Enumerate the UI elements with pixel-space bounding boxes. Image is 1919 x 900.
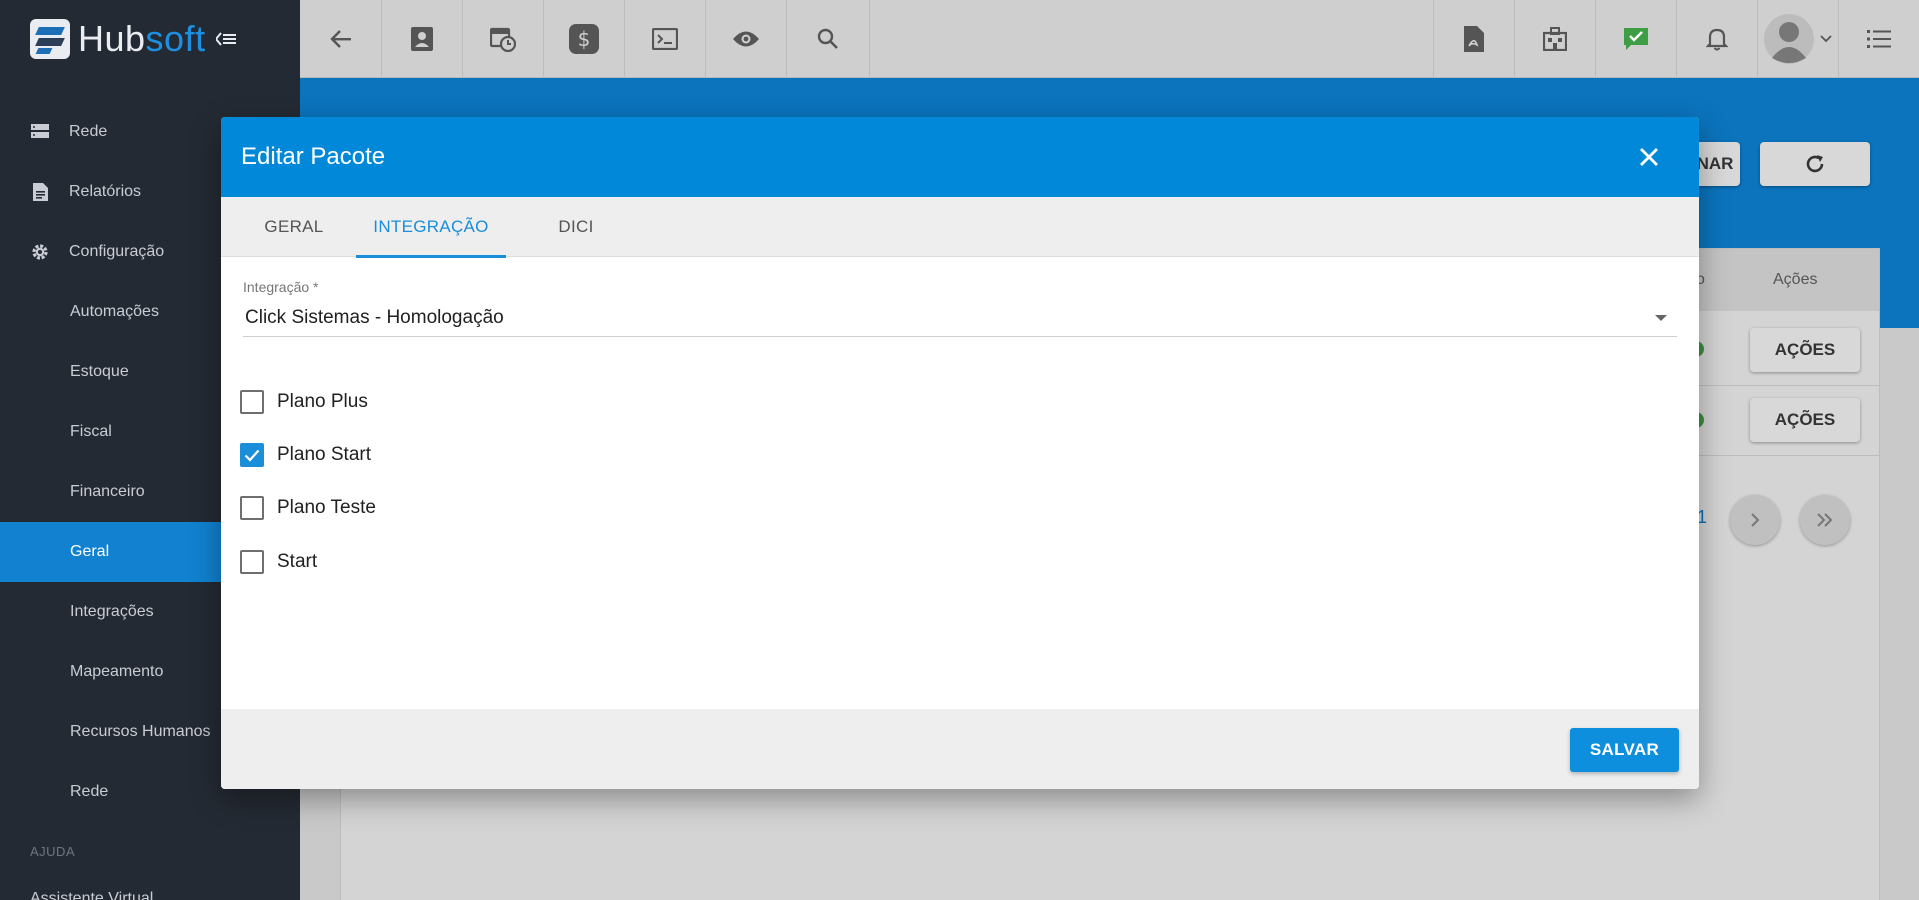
sidebar-item-label: Integrações: [70, 603, 154, 620]
document-icon: [31, 183, 49, 201]
column-header-acoes: Ações: [1773, 271, 1818, 288]
close-button[interactable]: [1635, 143, 1663, 171]
checkbox-unchecked[interactable]: [240, 550, 264, 574]
tab-dici[interactable]: DICI: [526, 197, 626, 257]
checkbox-checked[interactable]: [240, 443, 264, 467]
checkbox-unchecked[interactable]: [240, 496, 264, 520]
building-icon: [1543, 27, 1567, 51]
building-button[interactable]: [1514, 0, 1595, 78]
chevron-right-icon: [1751, 513, 1760, 527]
plan-label: Plano Teste: [277, 497, 376, 518]
integration-select-value: Click Sistemas - Homologação: [245, 306, 504, 328]
dialog-footer: SALVAR: [221, 709, 1699, 789]
view-button[interactable]: [706, 0, 787, 78]
search-icon: [817, 28, 838, 49]
double-chevron-right-icon: [1817, 513, 1833, 527]
sidebar-item-label: Fiscal: [70, 423, 112, 440]
sidebar-item-label: Estoque: [70, 363, 129, 380]
calendar-clock-icon: [490, 27, 516, 52]
sidebar-item-label: Automações: [70, 303, 159, 320]
schedule-button[interactable]: [463, 0, 544, 78]
list-menu-button[interactable]: [1838, 0, 1919, 78]
plan-label: Plano Plus: [277, 391, 368, 412]
eye-icon: [733, 31, 759, 47]
logo-icon: [30, 19, 70, 59]
server-icon: [31, 123, 49, 141]
sidebar-item-label: Configuração: [69, 243, 165, 260]
logo-text: Hubsoft: [78, 18, 206, 59]
last-page-button[interactable]: [1800, 495, 1850, 545]
refresh-button[interactable]: [1760, 142, 1870, 186]
integration-label: Integração *: [243, 279, 319, 295]
notifications-button[interactable]: [1676, 0, 1757, 78]
svg-text:$: $: [578, 27, 591, 51]
arrow-left-icon: [329, 30, 351, 48]
search-button[interactable]: [787, 0, 870, 78]
refresh-icon: [1806, 155, 1824, 173]
tab-integracao[interactable]: INTEGRAÇÃO: [356, 197, 506, 258]
row-actions-button[interactable]: AÇÕES: [1750, 398, 1860, 442]
plan-label: Start: [277, 551, 318, 572]
sidebar-item-label: Recursos Humanos: [70, 723, 211, 740]
edit-package-dialog: Editar Pacote GERAL INTEGRAÇÃO DICI Inte…: [221, 117, 1699, 789]
sidebar-item-label: Relatórios: [69, 183, 142, 200]
terminal-icon: [652, 28, 678, 50]
checkbox-unchecked[interactable]: [240, 390, 264, 414]
avatar: [1764, 14, 1814, 64]
sidebar-item-assistente[interactable]: Assistente Virtual: [30, 890, 153, 900]
sidebar-item-label: Financeiro: [70, 483, 145, 500]
back-button[interactable]: [300, 0, 382, 78]
chevron-down-icon: [1820, 35, 1832, 43]
pdf-button[interactable]: [1433, 0, 1514, 78]
contact-card-icon: [411, 27, 433, 51]
plan-checkbox-plano-plus[interactable]: Plano Plus: [240, 388, 368, 416]
financial-button[interactable]: $: [544, 0, 625, 78]
sidebar-item-label: Rede: [69, 123, 108, 140]
next-page-button[interactable]: [1730, 495, 1780, 545]
logo-bar: Hubsoft: [0, 0, 300, 78]
tab-geral[interactable]: GERAL: [241, 197, 347, 257]
sidebar-item-label: Geral: [70, 543, 110, 560]
dialog-tabs: GERAL INTEGRAÇÃO DICI: [221, 197, 1699, 258]
row-actions-button[interactable]: AÇÕES: [1750, 328, 1860, 372]
user-menu-button[interactable]: [1757, 0, 1838, 78]
plan-checkbox-plano-start[interactable]: Plano Start: [240, 441, 371, 469]
list-icon: [1867, 30, 1891, 48]
contacts-button[interactable]: [382, 0, 463, 78]
sidebar-section-ajuda: AJUDA: [30, 844, 76, 859]
gear-icon: [31, 243, 49, 261]
sidebar-item-label: Mapeamento: [70, 663, 164, 680]
plan-checkbox-plano-teste[interactable]: Plano Teste: [240, 494, 376, 522]
approved-tasks-button[interactable]: [1595, 0, 1676, 78]
pdf-file-icon: [1464, 26, 1484, 52]
plan-label: Plano Start: [277, 444, 371, 465]
save-button[interactable]: SALVAR: [1570, 728, 1679, 772]
integration-select[interactable]: Click Sistemas - Homologação: [243, 299, 1677, 337]
dollar-icon: $: [569, 24, 599, 54]
dialog-title: Editar Pacote: [241, 143, 386, 170]
terminal-button[interactable]: [625, 0, 706, 78]
bell-icon: [1706, 28, 1728, 51]
dialog-header: Editar Pacote: [221, 117, 1699, 197]
plan-checkbox-start[interactable]: Start: [240, 548, 317, 576]
top-bar: $: [300, 0, 1919, 78]
collapse-menu-icon[interactable]: [214, 26, 236, 52]
sidebar-item-label: Rede: [70, 783, 109, 800]
checkmark-icon: [244, 449, 260, 462]
close-icon: [1640, 148, 1658, 166]
check-chat-icon: [1624, 28, 1648, 50]
dropdown-arrow-icon: [1655, 315, 1667, 321]
